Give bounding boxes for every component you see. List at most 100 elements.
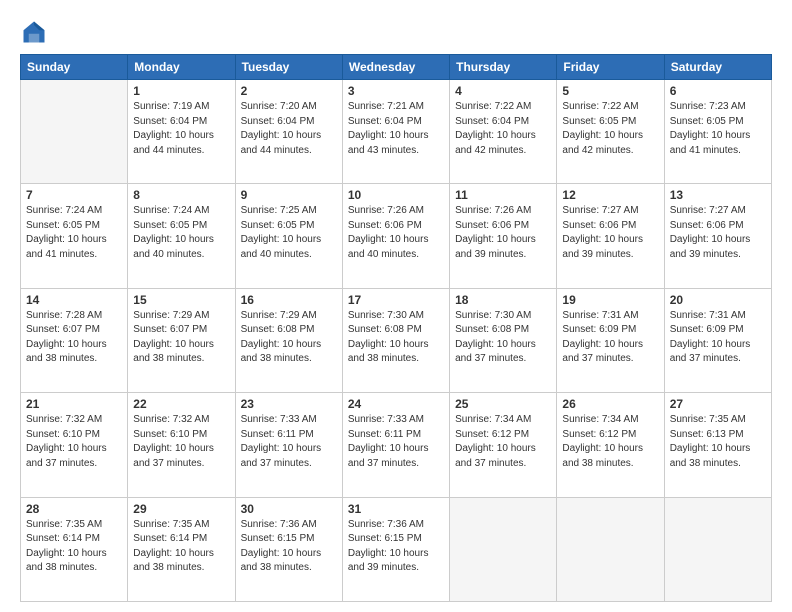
day-number: 16 <box>241 293 337 307</box>
day-info: Sunrise: 7:19 AMSunset: 6:04 PMDaylight:… <box>133 100 229 158</box>
calendar-cell: 12Sunrise: 7:27 AMSunset: 6:06 PMDayligh… <box>557 184 664 288</box>
calendar-cell: 1 Sunrise: 7:19 AMSunset: 6:04 PMDaylight… <box>128 80 235 184</box>
day-info: Sunrise: 7:32 AMSunset: 6:10 PMDaylight:… <box>133 413 229 471</box>
calendar-body: 1 Sunrise: 7:19 AMSunset: 6:04 PMDaylight… <box>21 80 772 602</box>
calendar-week-1: 1 Sunrise: 7:19 AMSunset: 6:04 PMDaylight… <box>21 80 772 184</box>
day-info: Sunrise: 7:25 AMSunset: 6:05 PMDaylight:… <box>241 204 337 262</box>
day-number: 20 <box>670 293 766 307</box>
day-number: 14 <box>26 293 122 307</box>
calendar-cell <box>557 497 664 601</box>
day-info: Sunrise: 7:34 AMSunset: 6:12 PMDaylight:… <box>455 413 551 471</box>
day-info: Sunrise: 7:24 AMSunset: 6:05 PMDaylight:… <box>133 204 229 262</box>
calendar-cell: 19 Sunrise: 7:31 AMSunset: 6:09 PMDayligh… <box>557 288 664 392</box>
day-info: Sunrise: 7:31 AMSunset: 6:09 PMDaylight:… <box>670 309 766 367</box>
day-number: 26 <box>562 397 658 411</box>
calendar-cell: 16 Sunrise: 7:29 AMSunset: 6:08 PMDayligh… <box>235 288 342 392</box>
day-number: 7 <box>26 188 122 202</box>
day-number: 1 <box>133 84 229 98</box>
day-info: Sunrise: 7:27 AMSunset: 6:06 PMDaylight:… <box>670 204 766 262</box>
day-info: Sunrise: 7:22 AMSunset: 6:05 PMDaylight:… <box>562 100 658 158</box>
day-info: Sunrise: 7:29 AMSunset: 6:07 PMDaylight:… <box>133 309 229 367</box>
calendar-cell: 10Sunrise: 7:26 AMSunset: 6:06 PMDayligh… <box>342 184 449 288</box>
day-info: Sunrise: 7:33 AMSunset: 6:11 PMDaylight:… <box>348 413 444 471</box>
logo <box>20 18 52 46</box>
calendar-cell: 21 Sunrise: 7:32 AMSunset: 6:10 PMDayligh… <box>21 393 128 497</box>
day-info: Sunrise: 7:30 AMSunset: 6:08 PMDaylight:… <box>348 309 444 367</box>
day-number: 9 <box>241 188 337 202</box>
day-number: 11 <box>455 188 551 202</box>
day-info: Sunrise: 7:29 AMSunset: 6:08 PMDaylight:… <box>241 309 337 367</box>
day-number: 19 <box>562 293 658 307</box>
day-info: Sunrise: 7:35 AMSunset: 6:14 PMDaylight:… <box>133 518 229 576</box>
day-info: Sunrise: 7:26 AMSunset: 6:06 PMDaylight:… <box>455 204 551 262</box>
day-number: 18 <box>455 293 551 307</box>
day-number: 3 <box>348 84 444 98</box>
day-number: 6 <box>670 84 766 98</box>
day-number: 4 <box>455 84 551 98</box>
day-info: Sunrise: 7:20 AMSunset: 6:04 PMDaylight:… <box>241 100 337 158</box>
day-number: 22 <box>133 397 229 411</box>
day-number: 30 <box>241 502 337 516</box>
day-info: Sunrise: 7:33 AMSunset: 6:11 PMDaylight:… <box>241 413 337 471</box>
calendar-cell <box>450 497 557 601</box>
day-number: 21 <box>26 397 122 411</box>
day-info: Sunrise: 7:28 AMSunset: 6:07 PMDaylight:… <box>26 309 122 367</box>
calendar-cell: 23 Sunrise: 7:33 AMSunset: 6:11 PMDayligh… <box>235 393 342 497</box>
calendar-cell: 30 Sunrise: 7:36 AMSunset: 6:15 PMDayligh… <box>235 497 342 601</box>
calendar-cell: 8 Sunrise: 7:24 AMSunset: 6:05 PMDaylight… <box>128 184 235 288</box>
day-info: Sunrise: 7:32 AMSunset: 6:10 PMDaylight:… <box>26 413 122 471</box>
calendar-cell: 20 Sunrise: 7:31 AMSunset: 6:09 PMDayligh… <box>664 288 771 392</box>
day-info: Sunrise: 7:21 AMSunset: 6:04 PMDaylight:… <box>348 100 444 158</box>
calendar-cell: 27Sunrise: 7:35 AMSunset: 6:13 PMDayligh… <box>664 393 771 497</box>
calendar-cell: 24Sunrise: 7:33 AMSunset: 6:11 PMDayligh… <box>342 393 449 497</box>
day-info: Sunrise: 7:30 AMSunset: 6:08 PMDaylight:… <box>455 309 551 367</box>
day-info: Sunrise: 7:34 AMSunset: 6:12 PMDaylight:… <box>562 413 658 471</box>
day-info: Sunrise: 7:24 AMSunset: 6:05 PMDaylight:… <box>26 204 122 262</box>
calendar-header-sunday: Sunday <box>21 55 128 80</box>
day-info: Sunrise: 7:36 AMSunset: 6:15 PMDaylight:… <box>348 518 444 576</box>
calendar-header-thursday: Thursday <box>450 55 557 80</box>
day-info: Sunrise: 7:22 AMSunset: 6:04 PMDaylight:… <box>455 100 551 158</box>
day-number: 23 <box>241 397 337 411</box>
calendar-cell <box>664 497 771 601</box>
calendar-week-2: 7 Sunrise: 7:24 AMSunset: 6:05 PMDaylight… <box>21 184 772 288</box>
calendar-cell: 14 Sunrise: 7:28 AMSunset: 6:07 PMDayligh… <box>21 288 128 392</box>
calendar-cell: 9 Sunrise: 7:25 AMSunset: 6:05 PMDaylight… <box>235 184 342 288</box>
calendar-cell: 4 Sunrise: 7:22 AMSunset: 6:04 PMDaylight… <box>450 80 557 184</box>
day-number: 5 <box>562 84 658 98</box>
calendar-header-tuesday: Tuesday <box>235 55 342 80</box>
calendar-cell: 29Sunrise: 7:35 AMSunset: 6:14 PMDayligh… <box>128 497 235 601</box>
calendar-cell: 17Sunrise: 7:30 AMSunset: 6:08 PMDayligh… <box>342 288 449 392</box>
header <box>20 18 772 46</box>
calendar-cell: 2 Sunrise: 7:20 AMSunset: 6:04 PMDaylight… <box>235 80 342 184</box>
day-info: Sunrise: 7:27 AMSunset: 6:06 PMDaylight:… <box>562 204 658 262</box>
calendar-cell: 15 Sunrise: 7:29 AMSunset: 6:07 PMDayligh… <box>128 288 235 392</box>
day-number: 2 <box>241 84 337 98</box>
calendar-cell: 7 Sunrise: 7:24 AMSunset: 6:05 PMDaylight… <box>21 184 128 288</box>
calendar-week-4: 21 Sunrise: 7:32 AMSunset: 6:10 PMDayligh… <box>21 393 772 497</box>
page: SundayMondayTuesdayWednesdayThursdayFrid… <box>0 0 792 612</box>
calendar-cell <box>21 80 128 184</box>
day-info: Sunrise: 7:36 AMSunset: 6:15 PMDaylight:… <box>241 518 337 576</box>
day-number: 15 <box>133 293 229 307</box>
calendar-week-5: 28 Sunrise: 7:35 AMSunset: 6:14 PMDayligh… <box>21 497 772 601</box>
calendar-header-wednesday: Wednesday <box>342 55 449 80</box>
calendar-cell: 26 Sunrise: 7:34 AMSunset: 6:12 PMDayligh… <box>557 393 664 497</box>
calendar-cell: 5 Sunrise: 7:22 AMSunset: 6:05 PMDaylight… <box>557 80 664 184</box>
day-number: 31 <box>348 502 444 516</box>
logo-icon <box>20 18 48 46</box>
calendar-week-3: 14 Sunrise: 7:28 AMSunset: 6:07 PMDayligh… <box>21 288 772 392</box>
calendar-header-friday: Friday <box>557 55 664 80</box>
day-number: 28 <box>26 502 122 516</box>
calendar-cell: 28Sunrise: 7:35 AMSunset: 6:14 PMDayligh… <box>21 497 128 601</box>
day-info: Sunrise: 7:26 AMSunset: 6:06 PMDaylight:… <box>348 204 444 262</box>
calendar-cell: 31 Sunrise: 7:36 AMSunset: 6:15 PMDayligh… <box>342 497 449 601</box>
day-number: 25 <box>455 397 551 411</box>
calendar-header-monday: Monday <box>128 55 235 80</box>
calendar-cell: 22 Sunrise: 7:32 AMSunset: 6:10 PMDayligh… <box>128 393 235 497</box>
day-info: Sunrise: 7:31 AMSunset: 6:09 PMDaylight:… <box>562 309 658 367</box>
day-number: 8 <box>133 188 229 202</box>
calendar-cell: 25 Sunrise: 7:34 AMSunset: 6:12 PMDayligh… <box>450 393 557 497</box>
day-number: 27 <box>670 397 766 411</box>
day-number: 13 <box>670 188 766 202</box>
